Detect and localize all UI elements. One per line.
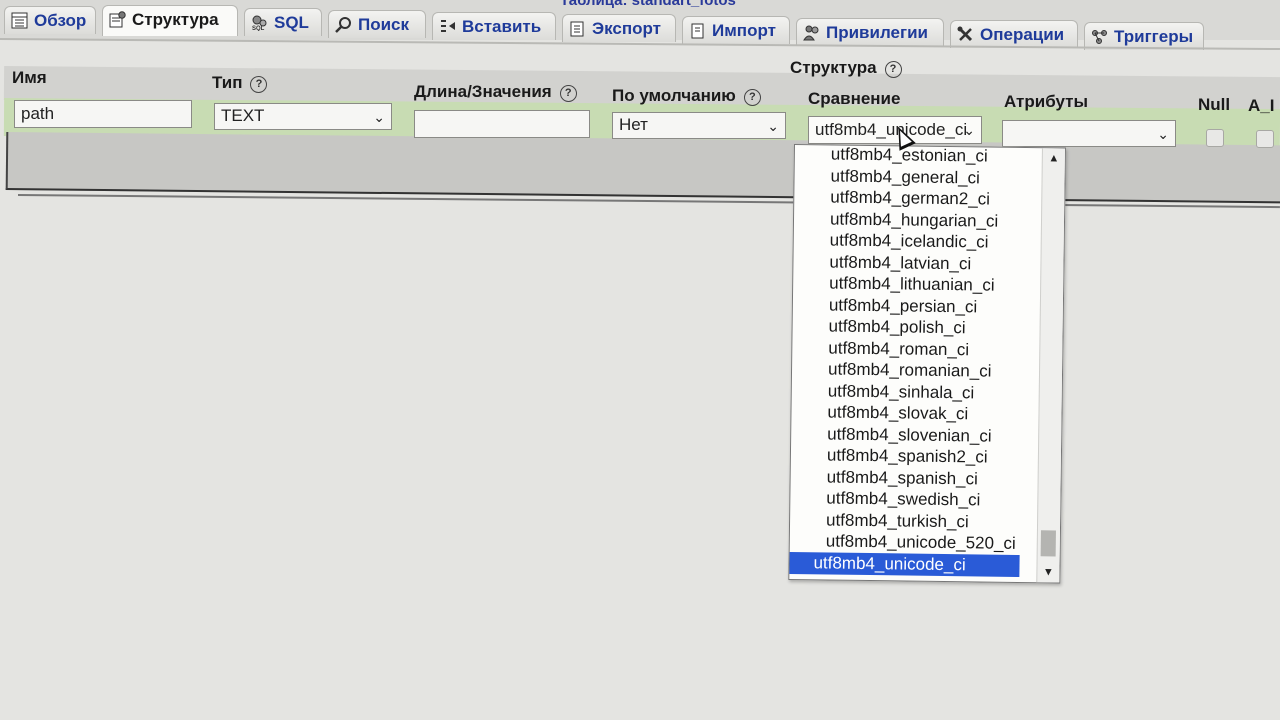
col-header-ai: A_I bbox=[1248, 96, 1275, 115]
col-header-default-label: По умолчанию bbox=[612, 86, 736, 105]
tab-label: SQL bbox=[274, 13, 309, 32]
tab-export[interactable]: Экспорт bbox=[562, 14, 676, 42]
ai-checkbox[interactable] bbox=[1256, 130, 1274, 148]
tab-label: Операции bbox=[980, 25, 1065, 44]
tab-label: Импорт bbox=[712, 21, 776, 40]
help-icon[interactable]: ? bbox=[559, 85, 577, 102]
search-icon bbox=[335, 14, 352, 33]
scroll-up-icon[interactable]: ▲ bbox=[1043, 148, 1065, 168]
tab-privileges[interactable]: Привилегии bbox=[796, 18, 944, 46]
structure-icon bbox=[109, 9, 126, 28]
export-icon bbox=[569, 18, 586, 37]
tab-insert[interactable]: Вставить bbox=[432, 12, 556, 40]
insert-icon bbox=[439, 16, 456, 33]
col-header-type: Тип? bbox=[212, 73, 268, 93]
chevron-down-icon: ⌄ bbox=[963, 122, 975, 138]
column-name-input[interactable]: path bbox=[14, 100, 192, 128]
help-icon[interactable]: ? bbox=[250, 76, 268, 93]
tab-label: Привилегии bbox=[826, 23, 928, 42]
tab-label: Обзор bbox=[34, 11, 87, 30]
collation-options: utf8mb4_estonian_ci utf8mb4_general_ci utf… bbox=[789, 144, 1065, 577]
browse-icon bbox=[11, 10, 28, 29]
length-input[interactable] bbox=[414, 110, 590, 138]
chevron-down-icon: ⌄ bbox=[1157, 126, 1169, 142]
tab-import[interactable]: Импорт bbox=[682, 16, 790, 44]
tab-label: Вставить bbox=[462, 17, 542, 36]
type-select-value: TEXT bbox=[221, 106, 265, 125]
tab-sql[interactable]: SQL SQL bbox=[244, 8, 322, 36]
col-header-null: Null bbox=[1198, 95, 1231, 114]
triggers-icon bbox=[1091, 26, 1108, 44]
tab-label: Структура bbox=[132, 10, 219, 29]
type-select[interactable]: TEXT ⌄ bbox=[214, 103, 392, 130]
tab-browse[interactable]: Обзор bbox=[4, 6, 96, 34]
help-icon[interactable]: ? bbox=[743, 89, 761, 106]
help-icon[interactable]: ? bbox=[884, 61, 902, 78]
col-header-type-label: Тип bbox=[212, 73, 243, 92]
col-header-collation: Сравнение bbox=[808, 89, 901, 108]
tab-operations[interactable]: Операции bbox=[950, 20, 1078, 48]
tab-label: Экспорт bbox=[592, 19, 661, 38]
tab-structure[interactable]: Структура bbox=[102, 5, 238, 36]
chevron-down-icon: ⌄ bbox=[373, 109, 385, 125]
attributes-select[interactable]: ⌄ bbox=[1002, 120, 1176, 147]
tab-bar: Обзор Структура SQL SQL Поиск Вставить Э… bbox=[0, 4, 1280, 51]
tab-label: Поиск bbox=[358, 15, 410, 34]
tab-label: Триггеры bbox=[1114, 27, 1194, 46]
svg-text:SQL: SQL bbox=[252, 26, 265, 31]
col-header-length-label: Длина/Значения bbox=[414, 82, 552, 101]
default-select[interactable]: Нет ⌄ bbox=[612, 112, 786, 139]
tab-search[interactable]: Поиск bbox=[328, 10, 426, 38]
structure-title-label: Структура bbox=[790, 58, 877, 77]
privileges-icon bbox=[803, 22, 820, 41]
scroll-thumb[interactable] bbox=[1040, 530, 1056, 557]
col-header-length: Длина/Значения? bbox=[414, 82, 577, 102]
default-select-value: Нет bbox=[619, 115, 648, 134]
wrench-icon bbox=[957, 24, 974, 42]
collation-dropdown-list[interactable]: utf8mb4_estonian_ci utf8mb4_general_ci utf… bbox=[788, 144, 1066, 584]
structure-title: Структура? bbox=[790, 58, 902, 78]
chevron-down-icon: ⌄ bbox=[767, 118, 779, 134]
col-header-attributes: Атрибуты bbox=[1004, 92, 1088, 111]
collation-option-selected[interactable]: utf8mb4_unicode_ci bbox=[789, 551, 1020, 577]
null-checkbox[interactable] bbox=[1206, 129, 1224, 147]
dropdown-scrollbar[interactable]: ▲ ▼ bbox=[1036, 148, 1065, 583]
col-header-default: По умолчанию? bbox=[612, 86, 761, 106]
sql-icon: SQL bbox=[251, 12, 268, 32]
col-header-name: Имя bbox=[12, 68, 47, 87]
scroll-down-icon[interactable]: ▼ bbox=[1037, 562, 1059, 582]
import-icon bbox=[689, 20, 706, 39]
